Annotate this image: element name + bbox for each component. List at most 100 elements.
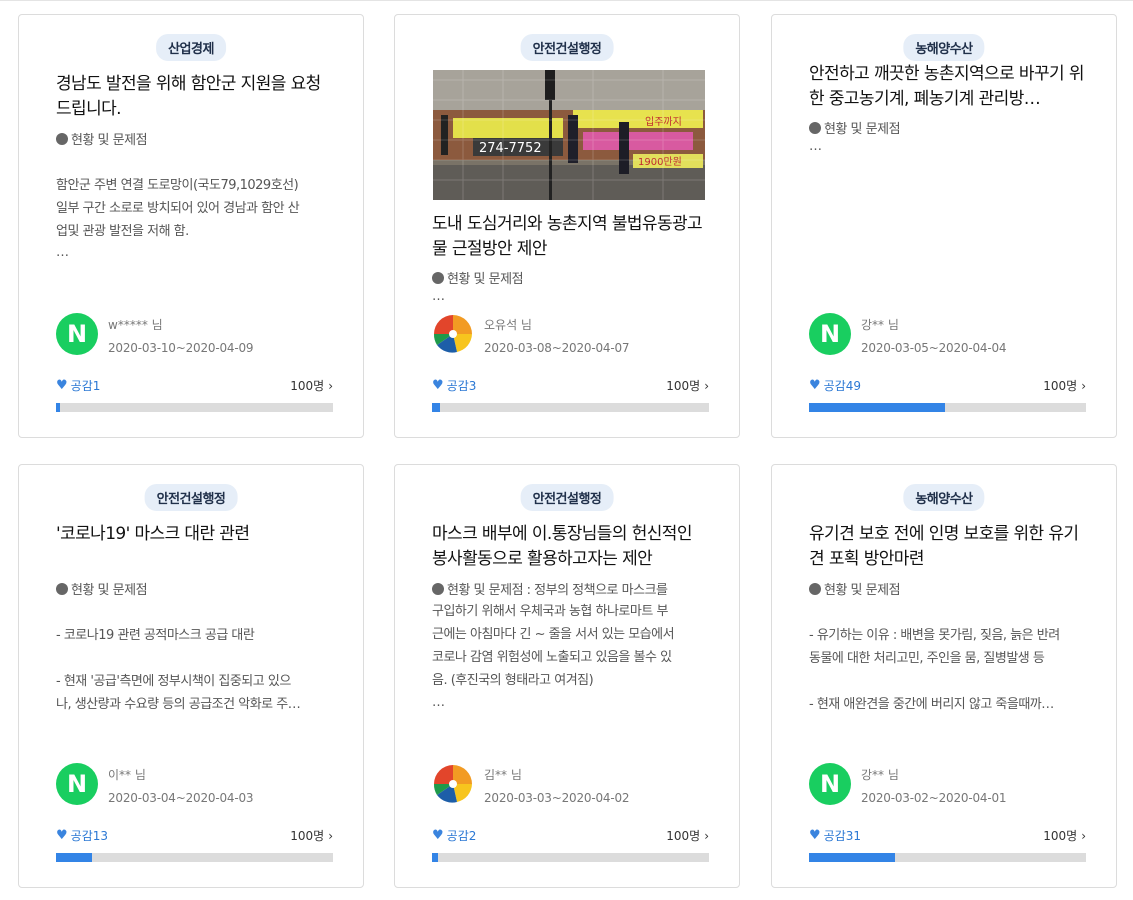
card-subtitle: 현황 및 문제점: [432, 268, 524, 287]
period-date: 2020-03-08~2020-04-07: [484, 341, 630, 355]
card-title[interactable]: 경남도 발전을 위해 함안군 지원을 요청 드립니다.: [56, 72, 331, 122]
ellipsis: …: [809, 139, 822, 154]
card-title[interactable]: '코로나19' 마스크 대란 관련: [56, 522, 331, 547]
naver-icon: N: [56, 763, 98, 805]
card-subtitle: 현황 및 문제점 : 정부의 정책으로 마스크를: [432, 579, 668, 598]
card-subtitle: 현황 및 문제점: [809, 579, 901, 598]
like-count: 공감49: [823, 379, 862, 393]
target-link[interactable]: 100명 ›: [666, 377, 709, 394]
heart-icon: ♥: [809, 378, 821, 393]
proposal-card[interactable]: 산업경제 경남도 발전을 위해 함안군 지원을 요청 드립니다. 현황 및 문제…: [18, 14, 364, 438]
like-button[interactable]: ♥ 공감1: [56, 377, 100, 394]
progress-bar: [432, 853, 709, 862]
chevron-right-icon: ›: [328, 378, 333, 393]
proposal-card[interactable]: 안전건설행정 274-7752 입주까지 1900만원: [394, 14, 740, 438]
bullet-icon: [809, 121, 821, 134]
like-count: 공감1: [70, 379, 101, 393]
period-date: 2020-03-04~2020-04-03: [108, 791, 254, 805]
chevron-right-icon: ›: [1081, 378, 1086, 393]
card-title[interactable]: 마스크 배부에 이.통장님들의 헌신적인 봉사활동으로 활용하고자는 제안: [432, 522, 707, 572]
card-subtitle: 현황 및 문제점: [56, 129, 148, 148]
subtitle-text: 현황 및 문제점: [71, 133, 148, 148]
target-count: 100명: [666, 379, 701, 393]
bullet-icon: [56, 132, 68, 145]
banner-phone: 274-7752: [479, 141, 542, 156]
target-count: 100명: [666, 829, 701, 843]
progress-bar: [432, 403, 709, 412]
author-name: w***** 님: [108, 318, 163, 332]
like-count: 공감31: [823, 829, 862, 843]
period-date: 2020-03-10~2020-04-09: [108, 341, 254, 355]
gyeongnam-logo-icon: [432, 763, 474, 805]
like-button[interactable]: ♥ 공감31: [809, 827, 861, 844]
chevron-right-icon: ›: [704, 828, 709, 843]
naver-icon: N: [809, 763, 851, 805]
like-count: 공감3: [446, 379, 477, 393]
bullet-icon: [56, 582, 68, 595]
proposal-card[interactable]: 농해양수산 안전하고 깨끗한 농촌지역으로 바꾸기 위한 중고농기계, 폐농기계…: [771, 14, 1117, 438]
target-link[interactable]: 100명 ›: [666, 827, 709, 844]
heart-icon: ♥: [56, 828, 68, 843]
progress-fill: [56, 853, 92, 862]
progress-fill: [809, 853, 895, 862]
category-badge[interactable]: 농해양수산: [903, 484, 985, 511]
chevron-right-icon: ›: [1081, 828, 1086, 843]
heart-icon: ♥: [432, 378, 444, 393]
proposal-card[interactable]: 안전건설행정 마스크 배부에 이.통장님들의 헌신적인 봉사활동으로 활용하고자…: [394, 464, 740, 888]
card-title[interactable]: 유기견 보호 전에 인명 보호를 위한 유기견 포획 방안마련: [809, 522, 1084, 572]
like-button[interactable]: ♥ 공감3: [432, 377, 476, 394]
subtitle-text: 현황 및 문제점: [824, 583, 901, 598]
bullet-icon: [809, 582, 821, 595]
category-badge[interactable]: 산업경제: [156, 34, 226, 61]
gyeongnam-logo-icon: [432, 313, 474, 355]
target-link[interactable]: 100명 ›: [290, 377, 333, 394]
category-badge[interactable]: 농해양수산: [903, 34, 985, 61]
progress-bar: [809, 403, 1086, 412]
proposal-card[interactable]: 농해양수산 유기견 보호 전에 인명 보호를 위한 유기견 포획 방안마련 현황…: [771, 464, 1117, 888]
like-button[interactable]: ♥ 공감49: [809, 377, 861, 394]
subtitle-text: 현황 및 문제점: [71, 583, 148, 598]
like-button[interactable]: ♥ 공감13: [56, 827, 108, 844]
author-name: 김** 님: [484, 768, 522, 782]
period-date: 2020-03-02~2020-04-01: [861, 791, 1007, 805]
like-button[interactable]: ♥ 공감2: [432, 827, 476, 844]
card-title[interactable]: 도내 도심거리와 농촌지역 불법유동광고물 근절방안 제안: [432, 212, 707, 262]
target-count: 100명: [290, 829, 325, 843]
thumbnail-image[interactable]: 274-7752 입주까지 1900만원: [433, 70, 705, 200]
target-link[interactable]: 100명 ›: [1043, 827, 1086, 844]
category-badge[interactable]: 안전건설행정: [520, 484, 614, 511]
card-summary: - 유기하는 이유 : 배변을 못가림, 짖음, 늙은 반려 동물에 대한 처리…: [809, 628, 1060, 712]
proposal-card[interactable]: 안전건설행정 '코로나19' 마스크 대란 관련 현황 및 문제점 - 코로나1…: [18, 464, 364, 888]
author-name: 강** 님: [861, 768, 899, 782]
subtitle-text: 현황 및 문제점 : 정부의 정책으로 마스크를: [447, 583, 668, 598]
card-summary: - 코로나19 관련 공적마스크 공급 대란 - 현재 '공급'측면에 정부시책…: [56, 628, 301, 712]
subtitle-text: 현황 및 문제점: [824, 122, 901, 137]
naver-icon: N: [809, 313, 851, 355]
target-link[interactable]: 100명 ›: [290, 827, 333, 844]
category-badge[interactable]: 안전건설행정: [520, 34, 614, 61]
card-summary: 함안군 주변 연결 도로망이(국도79,1029호선) 일부 구간 소로로 방치…: [56, 178, 300, 239]
card-title[interactable]: 안전하고 깨끗한 농촌지역으로 바꾸기 위한 중고농기계, 폐농기계 관리방…: [809, 62, 1084, 112]
card-subtitle: 현황 및 문제점: [809, 118, 901, 137]
card-summary: 구입하기 위해서 우체국과 농협 하나로마트 부 근에는 아침마다 긴 ~ 줄을…: [432, 604, 675, 688]
period-date: 2020-03-03~2020-04-02: [484, 791, 630, 805]
chevron-right-icon: ›: [328, 828, 333, 843]
top-divider: [0, 0, 1133, 1]
target-count: 100명: [1043, 829, 1078, 843]
like-count: 공감13: [70, 829, 109, 843]
category-badge[interactable]: 안전건설행정: [144, 484, 238, 511]
chevron-right-icon: ›: [704, 378, 709, 393]
progress-bar: [56, 853, 333, 862]
bullet-icon: [432, 271, 444, 284]
heart-icon: ♥: [809, 828, 821, 843]
street-banner-photo: 274-7752 입주까지 1900만원: [433, 70, 705, 200]
target-count: 100명: [1043, 379, 1078, 393]
author-name: 강** 님: [861, 318, 899, 332]
naver-icon: N: [56, 313, 98, 355]
heart-icon: ♥: [56, 378, 68, 393]
target-link[interactable]: 100명 ›: [1043, 377, 1086, 394]
progress-fill: [56, 403, 61, 412]
progress-fill: [432, 853, 438, 862]
ellipsis: …: [432, 695, 445, 710]
target-count: 100명: [290, 379, 325, 393]
